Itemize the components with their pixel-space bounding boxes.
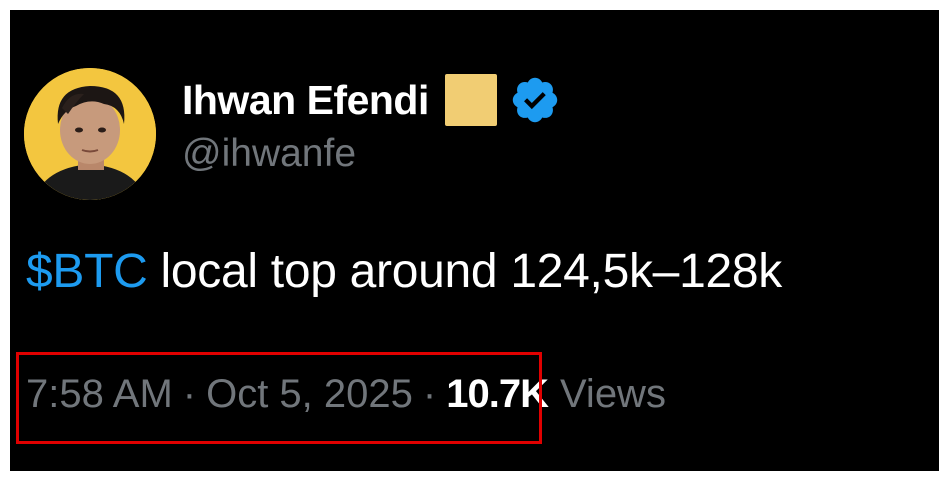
tweet-body: local top around 124,5k–128k xyxy=(147,245,783,298)
gold-square-icon xyxy=(444,74,497,126)
tweet-text: $BTC local top around 124,5k–128k xyxy=(26,244,782,299)
timestamp-highlight-box xyxy=(16,352,542,444)
author-handle[interactable]: @ihwanfe xyxy=(182,132,356,176)
tweet-card: Ihwan Efendi @ihwanfe $BTC local top aro… xyxy=(10,10,939,471)
views-label: Views xyxy=(559,372,666,416)
avatar-image xyxy=(24,68,156,200)
cashtag-link[interactable]: $BTC xyxy=(26,245,148,298)
verified-badge-icon xyxy=(512,77,558,123)
author-avatar[interactable] xyxy=(24,68,156,200)
author-display-name[interactable]: Ihwan Efendi xyxy=(182,77,429,124)
author-name-row: Ihwan Efendi xyxy=(182,70,561,130)
